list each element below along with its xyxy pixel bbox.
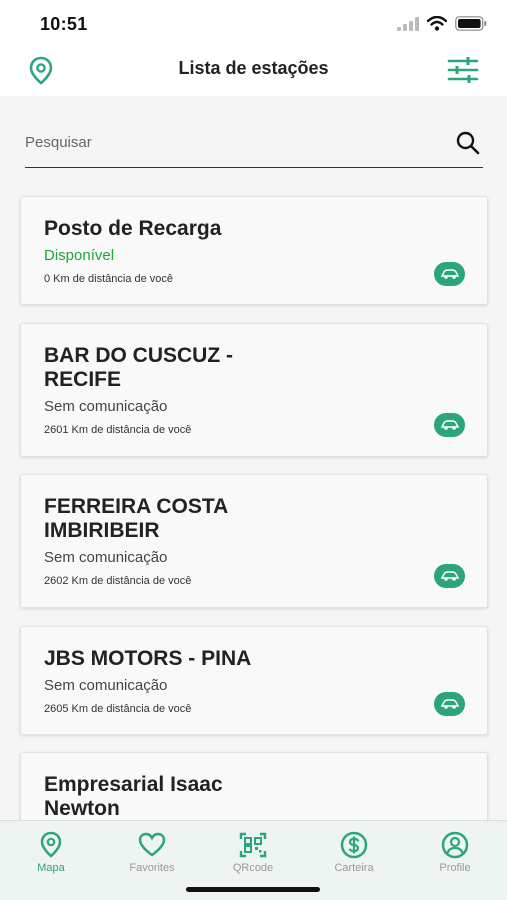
status-bar: 10:51 <box>0 0 507 46</box>
station-status: Sem comunicação <box>44 677 168 694</box>
charging-car-icon[interactable] <box>434 413 465 437</box>
tab-label: Favorites <box>129 862 175 874</box>
station-name: BAR DO CUSCUZ - RECIFE <box>44 344 233 391</box>
tab-label: QRcode <box>232 862 274 874</box>
tab-qrcode[interactable]: QRcode <box>208 831 298 874</box>
page-title: Lista de estações <box>178 58 329 78</box>
station-card[interactable]: JBS MOTORS - PINA Sem comunicação 2605 K… <box>20 626 488 735</box>
station-distance: 2601 Km de distância de você <box>44 424 192 436</box>
heart-icon <box>138 832 166 857</box>
profile-icon <box>441 831 469 859</box>
charging-car-icon[interactable] <box>434 262 465 286</box>
tab-label: Mapa <box>37 862 65 874</box>
dollar-icon <box>340 831 368 859</box>
station-status: Sem comunicação <box>44 549 168 566</box>
station-card[interactable]: BAR DO CUSCUZ - RECIFE Sem comunicação 2… <box>20 323 488 457</box>
tab-favorites[interactable]: Favorites <box>107 831 197 874</box>
signal-icon <box>397 16 419 31</box>
tab-carteira[interactable]: Carteira <box>309 831 399 874</box>
station-name: JBS MOTORS - PINA <box>44 647 252 670</box>
tab-profile[interactable]: Profile <box>410 831 500 874</box>
station-distance: 0 Km de distância de você <box>44 273 174 285</box>
station-status: Disponível <box>44 247 115 264</box>
station-list-content[interactable]: Posto de Recarga Disponível 0 Km de dist… <box>0 96 507 820</box>
home-indicator <box>186 887 320 892</box>
station-name: Empresarial Isaac Newton <box>44 773 223 820</box>
station-distance: 2602 Km de distância de você <box>44 575 192 587</box>
station-card[interactable]: Empresarial Isaac Newton <box>20 752 488 820</box>
nav-bar: Lista de estações <box>0 46 507 96</box>
charging-car-icon[interactable] <box>434 692 465 716</box>
station-card[interactable]: FERREIRA COSTA IMBIRIBEIR Sem comunicaçã… <box>20 474 488 608</box>
search-bar <box>25 126 483 168</box>
station-name: Posto de Recarga <box>44 217 222 240</box>
status-time: 10:51 <box>40 14 88 34</box>
qrcode-icon <box>239 832 267 858</box>
tab-label: Profile <box>439 862 471 874</box>
search-icon[interactable] <box>455 130 481 156</box>
battery-icon <box>455 16 487 31</box>
station-name: FERREIRA COSTA IMBIRIBEIR <box>44 495 228 542</box>
station-card[interactable]: Posto de Recarga Disponível 0 Km de dist… <box>20 196 488 305</box>
wifi-icon <box>427 16 447 31</box>
tab-bar: Mapa Favorites QRcode Carteira Profile <box>0 820 507 900</box>
map-pin-icon <box>40 831 62 858</box>
filter-sliders-icon[interactable] <box>447 56 479 84</box>
tab-mapa[interactable]: Mapa <box>6 831 96 874</box>
station-status: Sem comunicação <box>44 398 168 415</box>
status-icons <box>397 16 487 31</box>
charging-car-icon[interactable] <box>434 564 465 588</box>
tab-label: Carteira <box>334 862 374 874</box>
search-input[interactable] <box>25 134 425 151</box>
station-distance: 2605 Km de distância de você <box>44 703 192 715</box>
